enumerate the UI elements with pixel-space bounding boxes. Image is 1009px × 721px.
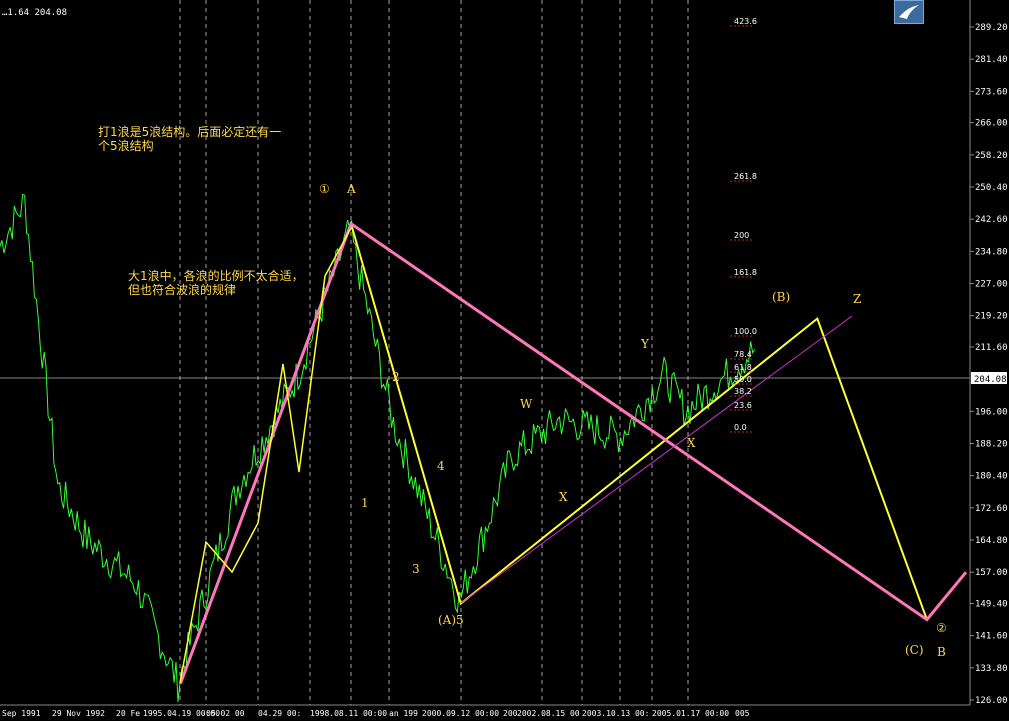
y-tick-label: 196.00 [975, 407, 1008, 417]
wave-label: A [346, 182, 356, 196]
price-line [0, 193, 756, 702]
fib-level-label: 200 [734, 231, 749, 240]
y-tick-label: 234.80 [975, 247, 1008, 257]
fib-level-label: 0.0 [734, 423, 747, 432]
x-tick-label: 005 [735, 709, 750, 718]
y-tick-label: 157.00 [975, 568, 1008, 578]
price-axis: 289.20 281.40 273.60 266.00 258.20 250.40 242.… [969, 0, 1008, 706]
x-tick-label: 200 [503, 709, 518, 718]
wave-label: 3 [412, 562, 420, 576]
wave-label: B [937, 645, 946, 659]
wave-label: Z [853, 292, 861, 306]
fib-level-label: 23.6 [734, 401, 752, 410]
y-tick-label: 164.80 [975, 536, 1008, 546]
y-tick-label: 126.00 [975, 696, 1008, 706]
x-tick-label: 2005.01.17 00:00 [652, 709, 729, 718]
x-tick-label: 2002.08.15 00 [517, 709, 580, 718]
fib-level-label: 261.8 [734, 172, 757, 181]
fib-level-label: 50.0 [734, 375, 752, 384]
y-tick-label: 188.20 [975, 440, 1008, 450]
wave-label: 1 [361, 496, 369, 510]
y-tick-label: 266.00 [975, 119, 1008, 129]
fib-level-label: 61.8 [734, 363, 752, 372]
y-tick-label: 211.60 [975, 343, 1008, 353]
y-tick-label: 281.40 [975, 55, 1008, 65]
x-tick-label: 04.29 00: [258, 709, 301, 718]
price-series [0, 193, 756, 702]
fib-level-label: 161.8 [734, 268, 757, 277]
wave-label: X [687, 436, 696, 450]
fib-level-label: 78.4 [734, 350, 752, 359]
annotation-note-2: 大1浪中，各浪的比例不太合适，但也符合波浪的规律 [128, 269, 304, 297]
current-price-label: 204.08 [974, 375, 1007, 385]
x-tick-label: 2000.09.12 00:00 [422, 709, 499, 718]
magenta-trend-line [460, 315, 853, 604]
wave-label: X [559, 490, 568, 504]
x-tick-label: 2003.10.13 00: [582, 709, 649, 718]
y-tick-label: 227.00 [975, 279, 1008, 289]
y-tick-label: 133.80 [975, 664, 1008, 674]
wave-label: 4 [437, 459, 445, 473]
wave-label: 2 [392, 370, 400, 384]
wave-label: (C) [905, 643, 924, 657]
x-tick-label: Sep 1991 [2, 709, 41, 718]
fib-level-label: 423.6 [734, 17, 757, 26]
elliott-wave-chart: 423.6 261.8 200 161.8 100.0 78.4 61.8 50.0 38.2 2… [0, 0, 1009, 721]
y-tick-label: 172.60 [975, 504, 1008, 514]
fib-level-label: 100.0 [734, 327, 757, 336]
x-tick-label: 29 Nov 1992 [52, 709, 105, 718]
y-tick-label: 289.20 [975, 23, 1008, 33]
x-tick-label: an 199 [389, 709, 418, 718]
x-tick-label: 05.02 00 [206, 709, 245, 718]
y-tick-label: 258.20 [975, 151, 1008, 161]
wave-label: ① [319, 182, 330, 196]
wave-label: (A)5 [438, 613, 464, 627]
y-tick-label: 242.60 [975, 215, 1008, 225]
annotation-note-1: 打1浪是5浪结构。后面必定还有一个5浪结构 [98, 125, 282, 153]
wave-label: ② [936, 621, 947, 635]
wave-label: (B) [772, 290, 790, 304]
x-tick-label: 1998.08.11 00:00 [310, 709, 387, 718]
y-tick-label: 141.60 [975, 632, 1008, 642]
time-axis: Sep 1991 29 Nov 1992 20 Fe 1995.04.19 00:00… [0, 704, 1009, 721]
vertical-grid [0, 0, 970, 705]
y-tick-label: 219.20 [975, 312, 1008, 322]
chart-canvas: 423.6261.8200161.8100.078.461.850.038.22… [0, 0, 1009, 721]
platform-logo-icon[interactable] [894, 0, 924, 24]
y-tick-label: 250.40 [975, 183, 1008, 193]
y-tick-label: 273.60 [975, 87, 1008, 97]
y-tick-label: 180.40 [975, 472, 1008, 482]
y-tick-label: 149.40 [975, 600, 1008, 610]
fib-level-label: 38.2 [734, 387, 752, 396]
wave-label: Y [640, 337, 650, 351]
x-tick-label: 20 Fe [116, 709, 140, 718]
wave-label: W [520, 397, 533, 411]
ohlc-readout: …1.64 204.08 [2, 8, 68, 18]
